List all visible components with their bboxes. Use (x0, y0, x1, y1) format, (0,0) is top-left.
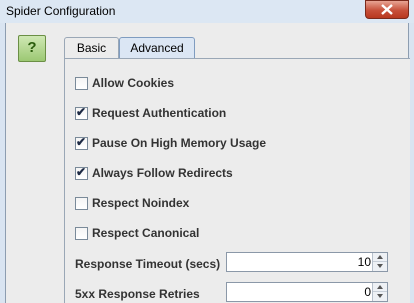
5xx-retries-spinner[interactable]: 0 (226, 282, 388, 302)
option-label: Respect Canonical (92, 226, 200, 240)
response-timeout-label: Response Timeout (secs) (75, 257, 221, 271)
response-timeout-spinner[interactable]: 10 (226, 252, 388, 272)
checkbox[interactable] (75, 197, 88, 210)
spinner-down-button[interactable] (373, 262, 387, 271)
chevron-up-icon (377, 255, 383, 259)
checkbox[interactable]: ✔ (75, 165, 88, 180)
option-label: Pause On High Memory Usage (92, 136, 267, 150)
option-label: Respect Noindex (92, 196, 190, 210)
check-mark-icon: ✔ (76, 165, 87, 179)
tab-basic-label: Basic (76, 41, 107, 55)
dialog-body: ? Basic Advanced Allow Cookies ✔ Request… (5, 23, 410, 303)
checkbox[interactable]: ✔ (75, 135, 88, 150)
chevron-down-icon (377, 264, 383, 268)
checkbox[interactable] (75, 77, 88, 90)
spinner-down-button[interactable] (373, 292, 387, 301)
option-label: Allow Cookies (92, 76, 175, 90)
help-button[interactable]: ? (18, 35, 46, 62)
tab-advanced-label: Advanced (130, 41, 184, 55)
spinner-buttons (372, 283, 387, 301)
help-icon: ? (27, 39, 37, 56)
advanced-panel: Allow Cookies ✔ Request Authentication ✔… (64, 58, 410, 303)
title-bar: Spider Configuration (0, 0, 414, 23)
response-timeout-value[interactable]: 10 (358, 255, 371, 269)
checkbox[interactable] (75, 227, 88, 240)
option-label: Request Authentication (92, 106, 227, 120)
5xx-retries-label: 5xx Response Retries (75, 287, 200, 301)
window-title: Spider Configuration (6, 4, 116, 18)
checkbox[interactable]: ✔ (75, 105, 88, 120)
5xx-retries-value[interactable]: 0 (364, 285, 371, 299)
chevron-up-icon (377, 285, 383, 289)
tab-basic[interactable]: Basic (64, 37, 119, 58)
chevron-down-icon (377, 294, 383, 298)
spinner-up-button[interactable] (373, 253, 387, 262)
spinner-buttons (372, 253, 387, 271)
close-button[interactable] (365, 0, 409, 19)
option-label: Always Follow Redirects (92, 166, 233, 180)
check-mark-icon: ✔ (76, 105, 87, 119)
tab-advanced[interactable]: Advanced (119, 37, 195, 58)
spinner-up-button[interactable] (373, 283, 387, 292)
close-icon (381, 4, 393, 15)
check-mark-icon: ✔ (76, 135, 87, 149)
